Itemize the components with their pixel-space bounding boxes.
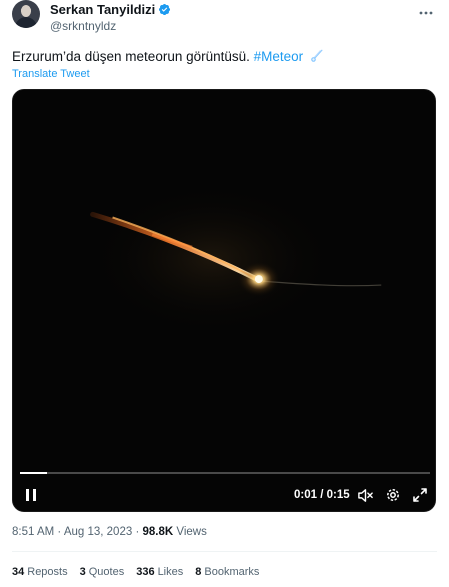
- stat-label: Bookmarks: [204, 566, 260, 578]
- stat-count: 34: [12, 566, 25, 578]
- more-options-icon[interactable]: [417, 4, 435, 22]
- avatar[interactable]: [12, 0, 40, 28]
- views-label: Views: [176, 526, 207, 538]
- fullscreen-icon[interactable]: [412, 487, 428, 503]
- tweet-text: Erzurum’da düşen meteorun görüntüsü. #Me…: [12, 49, 324, 64]
- video-current-time: 0:01: [294, 489, 318, 501]
- video-time: 0:01 / 0:15: [294, 489, 350, 501]
- engagement-stats: 34 Reposts 3 Quotes 336 Likes 8 Bookmarks: [12, 566, 259, 578]
- tweet-date[interactable]: Aug 13, 2023: [64, 526, 132, 538]
- name-row: Serkan Tanyildizi: [50, 2, 171, 17]
- translate-tweet-link[interactable]: Translate Tweet: [12, 68, 90, 80]
- meta-separator: ·: [57, 526, 62, 538]
- video-frame: [13, 90, 435, 511]
- avatar-face: [21, 5, 31, 17]
- tweet-meta: 8:51 AM · Aug 13, 2023 · 98.8K Views: [12, 526, 207, 538]
- hashtag-link[interactable]: #Meteor: [254, 49, 304, 64]
- settings-icon[interactable]: [385, 487, 401, 503]
- stat-label: Quotes: [88, 566, 125, 578]
- stat-count: 336: [136, 566, 155, 578]
- stat-quotes[interactable]: 3 Quotes: [80, 566, 125, 578]
- verified-badge-icon: [159, 3, 171, 16]
- stat-likes[interactable]: 336 Likes: [136, 566, 183, 578]
- video-progress-fill: [20, 472, 48, 474]
- stat-label: Likes: [157, 566, 184, 578]
- stat-count: 8: [195, 566, 202, 578]
- stat-label: Reposts: [27, 566, 68, 578]
- tweet-body: Erzurum’da düşen meteorun görüntüsü.: [12, 49, 250, 64]
- meta-separator-2: ·: [135, 526, 140, 538]
- stat-count: 3: [79, 566, 86, 578]
- comet-emoji-icon: [311, 49, 323, 62]
- avatar-shoulders: [15, 17, 37, 28]
- stat-reposts[interactable]: 34 Reposts: [12, 566, 68, 578]
- pause-icon[interactable]: [23, 487, 39, 503]
- display-name[interactable]: Serkan Tanyildizi: [50, 2, 155, 17]
- video-duration: 0:15: [326, 489, 350, 501]
- handle[interactable]: @srkntnyldz: [50, 19, 116, 33]
- video-player[interactable]: 0:01 / 0:15: [12, 89, 436, 512]
- mute-icon[interactable]: [357, 487, 374, 504]
- divider: [12, 551, 437, 552]
- stat-bookmarks[interactable]: 8 Bookmarks: [195, 566, 259, 578]
- tweet-header: Serkan Tanyildizi @srkntnyldz: [12, 0, 437, 36]
- video-progress-bar[interactable]: [20, 472, 430, 474]
- video-time-separator: /: [320, 489, 324, 501]
- tweet-time[interactable]: 8:51 AM: [12, 526, 54, 538]
- views-count: 98.8K: [142, 526, 174, 538]
